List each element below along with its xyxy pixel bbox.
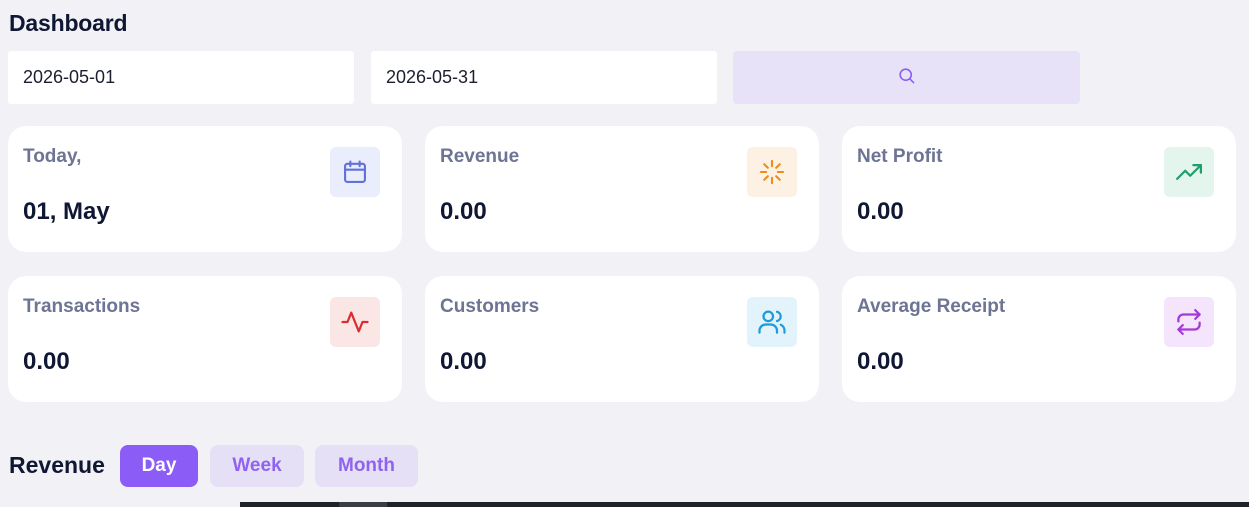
users-icon (747, 297, 797, 347)
card-value: 0.00 (440, 198, 487, 225)
card-value: 0.00 (857, 198, 904, 225)
loader-icon (747, 147, 797, 197)
trending-up-icon (1164, 147, 1214, 197)
activity-icon (330, 297, 380, 347)
card-value: 0.00 (23, 348, 70, 375)
card-value: 01, May (23, 198, 110, 225)
period-month-button[interactable]: Month (315, 445, 418, 487)
period-week-button[interactable]: Week (210, 445, 304, 487)
card-value: 0.00 (440, 348, 487, 375)
calendar-icon (330, 147, 380, 197)
card-label: Net Profit (857, 146, 943, 167)
revenue-section-title: Revenue (9, 452, 105, 478)
card-transactions: Transactions 0.00 (8, 276, 402, 402)
card-label: Revenue (440, 146, 520, 167)
card-net-profit: Net Profit 0.00 (842, 126, 1236, 252)
date-to-input[interactable]: 2026-05-31 (371, 51, 717, 104)
search-icon (897, 66, 916, 90)
card-revenue: Revenue 0.00 (425, 126, 819, 252)
card-label: Transactions (23, 296, 141, 317)
card-label: Customers (440, 296, 540, 317)
card-value: 0.00 (857, 348, 904, 375)
card-customers: Customers 0.00 (425, 276, 819, 402)
bottom-strip-tab (339, 502, 387, 507)
repeat-icon (1164, 297, 1214, 347)
card-label: Today, (23, 146, 82, 167)
card-label: Average Receipt (857, 296, 1006, 317)
date-from-input[interactable]: 2026-05-01 (8, 51, 354, 104)
card-today: Today, 01, May (8, 126, 402, 252)
search-button[interactable] (733, 51, 1080, 104)
card-average-receipt: Average Receipt 0.00 (842, 276, 1236, 402)
period-day-button[interactable]: Day (120, 445, 198, 487)
partial-logo-icon (168, 501, 232, 507)
page-title: Dashboard (9, 10, 128, 36)
